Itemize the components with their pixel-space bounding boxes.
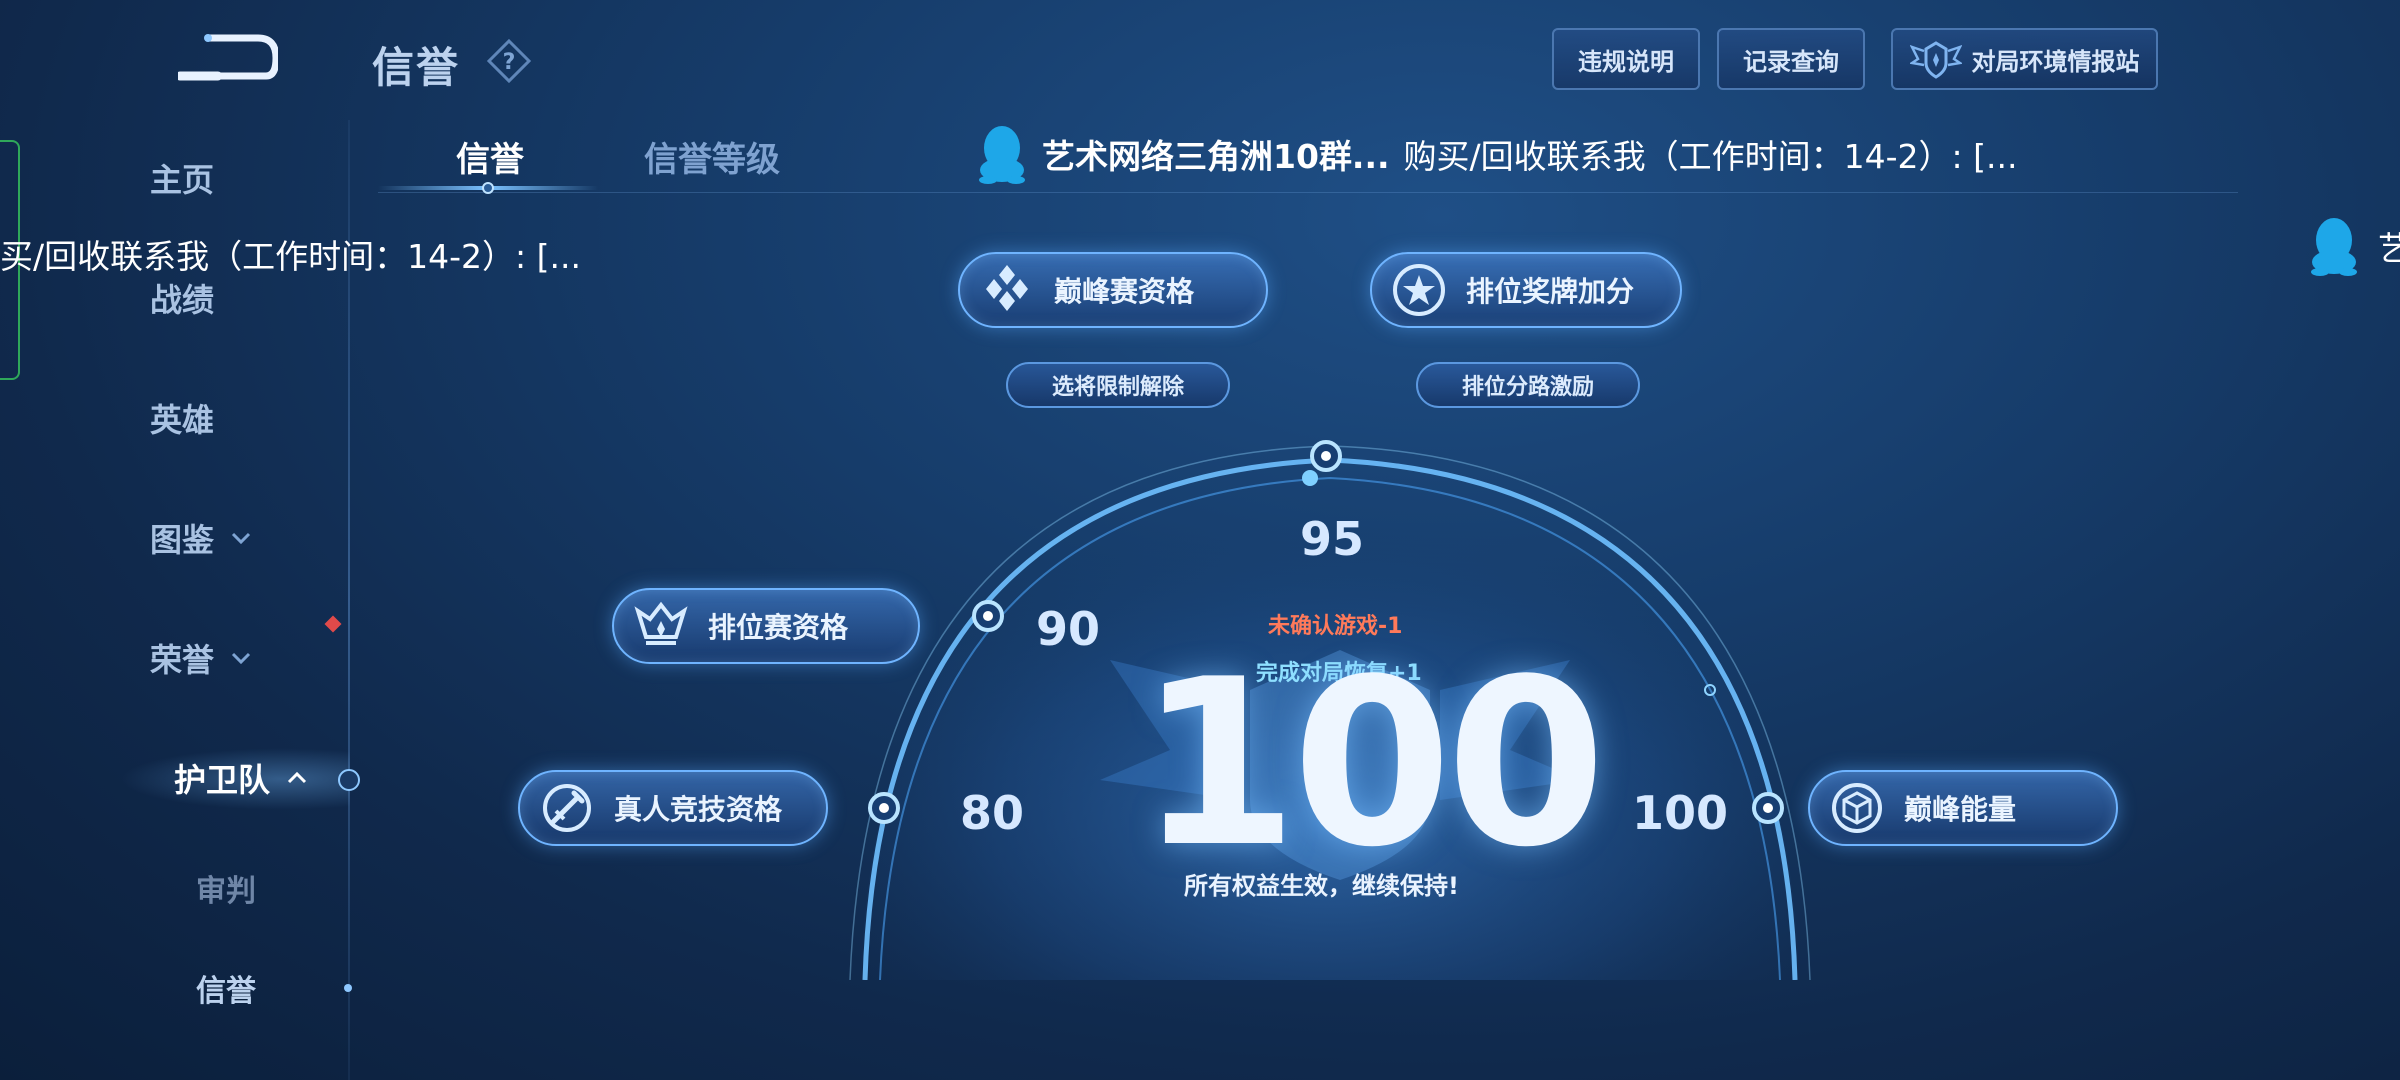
pill-label: 排位奖牌加分 xyxy=(1466,275,1635,308)
chevron-down-icon xyxy=(231,652,251,665)
tab-active-dot xyxy=(482,182,494,194)
star-medal-icon xyxy=(1393,264,1445,316)
tab-divider xyxy=(378,192,2238,193)
chevron-up-icon xyxy=(287,771,307,784)
sidebar-item-home[interactable]: 主页 xyxy=(150,148,330,208)
page-title: 信誉 xyxy=(372,43,461,92)
sub-indicator xyxy=(344,984,352,992)
energy-cube-icon xyxy=(1832,783,1882,833)
sidebar-item-heroes[interactable]: 英雄 xyxy=(150,388,330,448)
gauge-tick-90: 90 xyxy=(1036,602,1101,656)
diamond-cluster-icon xyxy=(986,265,1028,311)
sidebar-item-label: 荣誉 xyxy=(150,641,215,679)
penguin-icon xyxy=(979,126,1025,184)
sidebar-item-label: 图鉴 xyxy=(150,521,215,559)
question-icon[interactable]: ? xyxy=(486,38,532,84)
credit-score: 100 xyxy=(1138,631,1606,898)
pill-label: 巅峰赛资格 xyxy=(1054,275,1195,308)
gauge-marker xyxy=(1302,470,1318,486)
sidebar-item-honor[interactable]: 荣誉 xyxy=(150,628,330,688)
notice-scroll-text: 买/回收联系我（工作时间：14-2）: [... xyxy=(0,237,581,276)
gauge-tick-80: 80 xyxy=(960,786,1025,840)
sidebar-item-judgment[interactable]: 审判 xyxy=(196,858,376,918)
sidebar-item-label: 主页 xyxy=(150,161,215,199)
sidebar-item-codex[interactable]: 图鉴 xyxy=(150,508,330,568)
gauge-node-80 xyxy=(868,792,900,824)
gauge-tick-95: 95 xyxy=(1300,512,1365,566)
sidebar-item-label: 信誉 xyxy=(196,974,256,1009)
record-query-button[interactable]: 记录查询 xyxy=(1717,28,1865,90)
ranked-qualification-pill[interactable]: 排位赛资格 xyxy=(612,588,920,664)
notice-group: 艺术网络三角洲10群... xyxy=(1042,137,1390,176)
notice-message: 购买/回收联系我（工作时间：14-2）: [... xyxy=(1403,137,2018,176)
crown-shield-icon xyxy=(634,601,688,645)
tab-credit[interactable]: 信誉 xyxy=(456,132,524,181)
tab-credit-level[interactable]: 信誉等级 xyxy=(644,132,780,181)
penguin-icon xyxy=(2311,218,2357,276)
notice-banner[interactable]: 艺术网络三角洲10群... 购买/回收联系我（工作时间：14-2）: [... xyxy=(976,124,2018,184)
rank-medal-pill[interactable]: 排位奖牌加分 xyxy=(1370,252,1682,328)
sidebar-item-label: 英雄 xyxy=(150,401,215,439)
notice-right-text: 艺 xyxy=(2378,229,2400,268)
pill-label: 排位赛资格 xyxy=(708,611,849,644)
peak-energy-pill[interactable]: 巅峰能量 xyxy=(1808,770,2118,846)
match-environment-station-button[interactable]: 对局环境情报站 xyxy=(1891,28,2158,90)
gauge-node-100 xyxy=(1752,792,1784,824)
sword-icon xyxy=(543,784,591,832)
pill-label: 真人竞技资格 xyxy=(614,793,783,826)
violation-rules-button[interactable]: 违规说明 xyxy=(1552,28,1700,90)
station-label: 对局环境情报站 xyxy=(1971,47,2140,76)
wing-shield-icon xyxy=(1909,41,1962,79)
sidebar-item-guard-team[interactable]: 护卫队 xyxy=(174,748,354,808)
sidebar-item-label: 审判 xyxy=(196,874,256,909)
pill-label: 巅峰能量 xyxy=(1904,793,2017,826)
back-arrow-icon[interactable] xyxy=(178,28,278,84)
gauge-node-90 xyxy=(972,600,1004,632)
sidebar-item-label: 护卫队 xyxy=(174,761,271,799)
svg-text:?: ? xyxy=(503,50,516,75)
sidebar-item-label: 战绩 xyxy=(150,281,215,319)
chevron-down-icon xyxy=(231,532,251,545)
real-competitive-pill[interactable]: 真人竞技资格 xyxy=(518,770,828,846)
hero-restriction-tag: 选将限制解除 xyxy=(1006,362,1230,408)
notice-right-fragment: 艺 xyxy=(2308,216,2400,276)
gauge-tick-100: 100 xyxy=(1632,786,1729,840)
gauge-node-95 xyxy=(1310,440,1342,472)
status-message: 所有权益生效，继续保持! xyxy=(1184,872,1459,900)
peak-qualification-pill[interactable]: 巅峰赛资格 xyxy=(958,252,1268,328)
rank-lane-tag: 排位分路激励 xyxy=(1416,362,1640,408)
active-indicator xyxy=(338,769,360,791)
